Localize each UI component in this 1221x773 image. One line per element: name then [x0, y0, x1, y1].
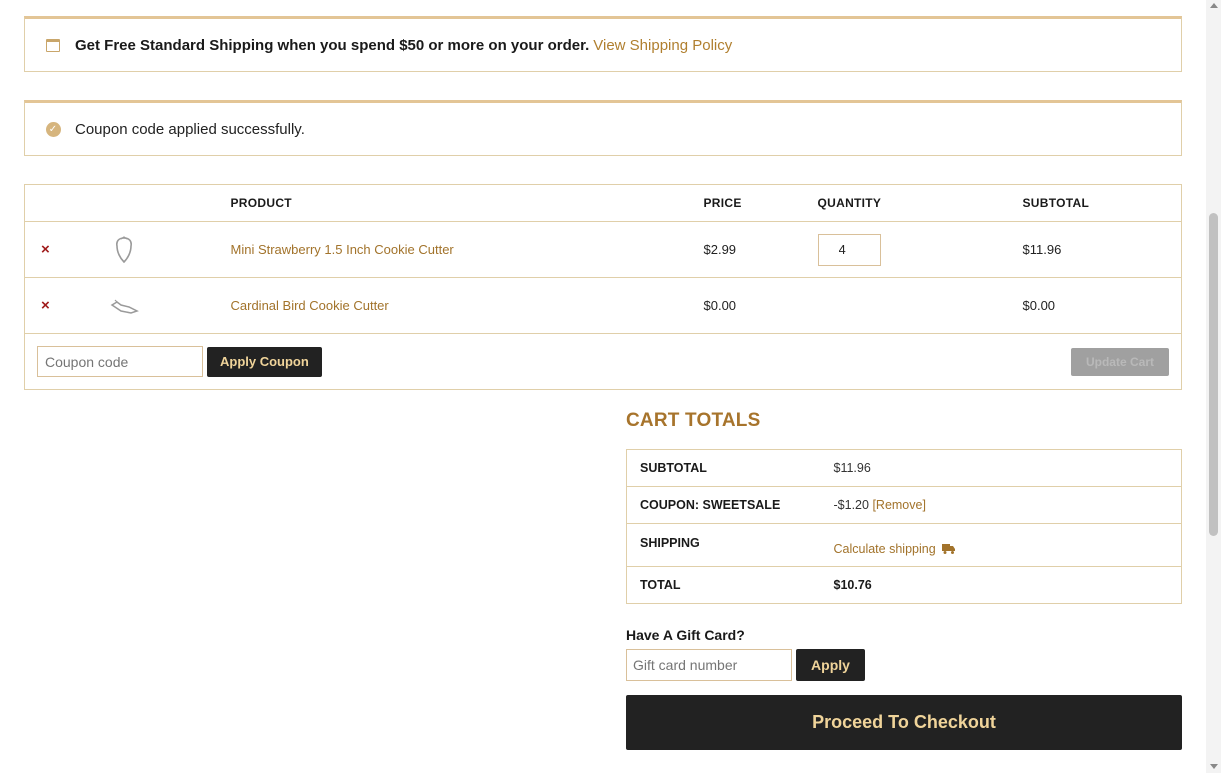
product-subtotal: $11.96	[1022, 221, 1182, 278]
totals-shipping-row: SHIPPING Calculate shipping	[626, 523, 1182, 567]
bird-cutter-icon[interactable]	[109, 291, 139, 321]
cart-actions: Apply Coupon Update Cart	[25, 346, 1181, 377]
quantity-cell	[817, 277, 1023, 334]
product-name-link[interactable]: Cardinal Bird Cookie Cutter	[231, 298, 389, 313]
totals-total-row: TOTAL $10.76	[626, 566, 1182, 604]
subtotal-header: SUBTOTAL	[1022, 184, 1182, 222]
cart-header-row: PRODUCT PRICE QUANTITY SUBTOTAL	[24, 184, 1182, 222]
cart-table: PRODUCT PRICE QUANTITY SUBTOTAL × Mini S…	[24, 184, 1182, 390]
quantity-header: QUANTITY	[817, 184, 1023, 222]
free-shipping-notice: Get Free Standard Shipping when you spen…	[24, 16, 1182, 72]
coupon-label: COUPON: SWEETSALE	[626, 486, 821, 524]
coupon-cell: -$1.20 [Remove]	[820, 486, 1182, 524]
totals-coupon-row: COUPON: SWEETSALE -$1.20 [Remove]	[626, 486, 1182, 524]
totals-subtotal-row: SUBTOTAL $11.96	[626, 449, 1182, 487]
product-name-link[interactable]: Mini Strawberry 1.5 Inch Cookie Cutter	[231, 242, 454, 257]
coupon-value: -$1.20	[833, 498, 869, 512]
total-value: $10.76	[820, 566, 1182, 604]
cart-actions-row: Apply Coupon Update Cart	[24, 333, 1182, 390]
remove-item-button[interactable]: ×	[41, 241, 50, 258]
remove-item-button[interactable]: ×	[41, 297, 50, 314]
product-price: $2.99	[703, 221, 818, 278]
truck-icon	[941, 544, 955, 554]
strawberry-cutter-icon[interactable]	[109, 235, 139, 265]
product-header: PRODUCT	[230, 184, 704, 222]
calendar-icon	[45, 37, 61, 53]
thumbnail-header	[96, 184, 231, 222]
cart-totals-title: CART TOTALS	[626, 410, 761, 431]
scroll-up-arrow-icon[interactable]	[1210, 3, 1218, 8]
update-cart-button[interactable]: Update Cart	[1071, 347, 1169, 376]
quantity-input[interactable]	[817, 233, 881, 266]
scroll-down-arrow-icon[interactable]	[1210, 764, 1218, 769]
view-shipping-policy-link[interactable]: View Shipping Policy	[593, 37, 732, 54]
page-scrollbar[interactable]	[1206, 0, 1221, 773]
cart-totals-table: SUBTOTAL $11.96 COUPON: SWEETSALE -$1.20…	[626, 449, 1182, 604]
coupon-success-text: Coupon code applied successfully.	[75, 120, 305, 138]
coupon-code-input[interactable]	[37, 346, 203, 377]
check-circle-icon: ✓	[45, 121, 61, 137]
product-price: $0.00	[703, 277, 818, 334]
scroll-thumb[interactable]	[1209, 213, 1218, 536]
shipping-cell: Calculate shipping	[820, 523, 1182, 567]
remove-header	[24, 184, 97, 222]
gift-card-title: Have A Gift Card?	[626, 627, 745, 643]
coupon-success-notice: ✓ Coupon code applied successfully.	[24, 100, 1182, 156]
proceed-to-checkout-button[interactable]: Proceed To Checkout	[626, 695, 1182, 750]
calculate-shipping-link[interactable]: Calculate shipping	[834, 542, 955, 556]
apply-coupon-button[interactable]: Apply Coupon	[207, 346, 322, 377]
remove-coupon-link[interactable]: [Remove]	[872, 498, 926, 512]
shipping-label: SHIPPING	[626, 523, 821, 567]
calculate-shipping-label: Calculate shipping	[833, 542, 936, 556]
gift-card-input[interactable]	[626, 649, 792, 681]
cart-item-row: × Mini Strawberry 1.5 Inch Cookie Cutter…	[24, 221, 1182, 278]
total-label: TOTAL	[626, 566, 821, 604]
gift-card-apply-button[interactable]: Apply	[796, 649, 865, 681]
product-subtotal: $0.00	[1022, 277, 1182, 334]
subtotal-value: $11.96	[820, 449, 1182, 487]
coupon-form: Apply Coupon	[37, 346, 322, 377]
cart-item-row: × Cardinal Bird Cookie Cutter $0.00 $0.0…	[24, 277, 1182, 334]
free-shipping-text: Get Free Standard Shipping when you spen…	[75, 36, 590, 54]
price-header: PRICE	[703, 184, 818, 222]
subtotal-label: SUBTOTAL	[626, 449, 821, 487]
